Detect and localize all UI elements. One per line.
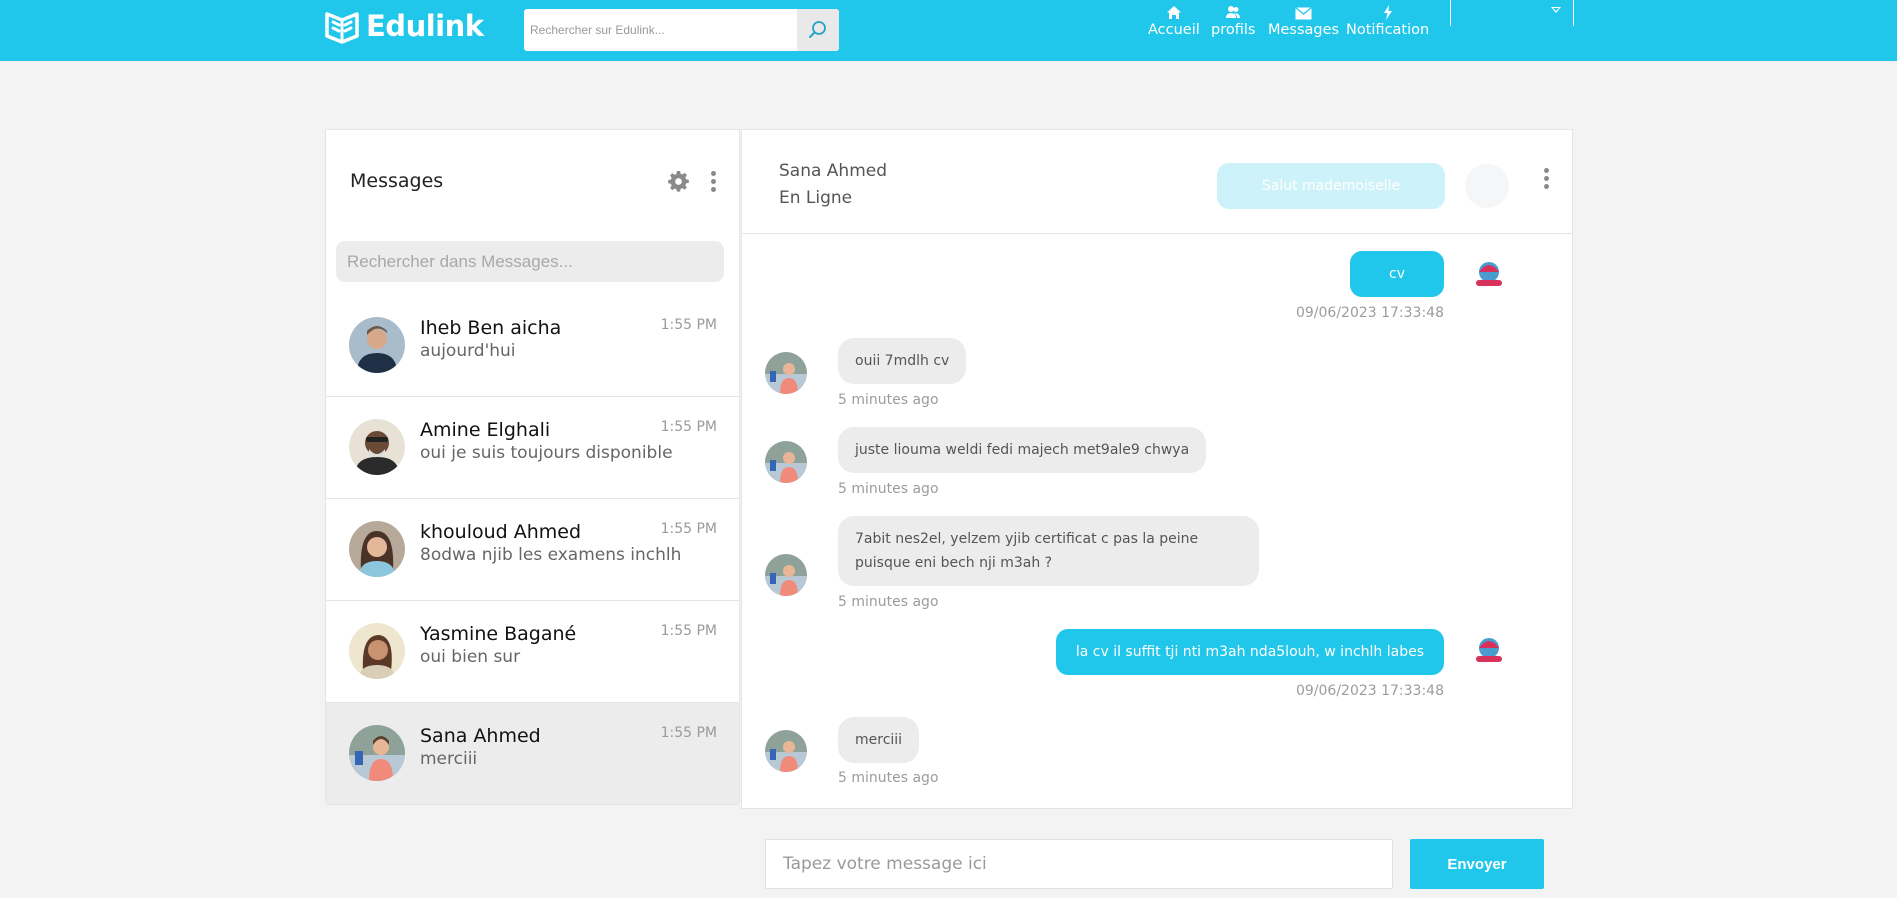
settings-button[interactable] [668, 171, 689, 197]
book-logo-icon [325, 12, 359, 44]
message-bubble-received: juste liouma weldi fedi majech met9ale9 … [838, 427, 1207, 473]
chat-panel: Salut mademoiselle Sana Ahmed En Ligne c… [741, 129, 1573, 809]
conversation-item[interactable]: Yasmine Bagané oui bien sur 1:55 PM [326, 601, 739, 703]
conversations-panel: Messages Iheb Ben aicha aujourd'hui 1:55… [325, 129, 740, 805]
conversation-search-input[interactable] [336, 241, 724, 282]
message-timestamp: 09/06/2023 17:33:48 [1295, 683, 1444, 699]
home-icon [1166, 6, 1181, 19]
message-bubble-received: ouii 7mdlh cv [838, 338, 967, 384]
conversation-time: 1:55 PM [660, 725, 717, 741]
nav-messages-label: Messages [1268, 22, 1340, 38]
brand-logo[interactable]: Edulink [324, 8, 484, 44]
message-bubble-received: 7abit nes2el, yelzem yjib certificat c p… [838, 516, 1259, 586]
global-search-input[interactable] [524, 9, 797, 51]
message-timestamp: 5 minutes ago [838, 770, 939, 786]
avatar [349, 725, 405, 781]
chat-contact-status: En Ligne [779, 188, 853, 208]
conversation-preview: oui je suis toujours disponible [420, 443, 673, 463]
avatar [349, 419, 405, 475]
brand-name: Edulink [366, 9, 484, 43]
nav-accueil-label: Accueil [1148, 22, 1200, 38]
conversation-time: 1:55 PM [660, 419, 717, 435]
gear-icon [668, 171, 689, 192]
conversation-item[interactable]: Amine Elghali oui je suis toujours dispo… [326, 397, 739, 499]
message-input[interactable] [765, 839, 1393, 889]
conversation-name: Iheb Ben aicha [420, 317, 562, 339]
more-options-icon[interactable] [711, 171, 716, 192]
scrolled-message-text: Salut mademoiselle [1261, 178, 1401, 194]
conversation-item[interactable]: khouloud Ahmed 8odwa njib les examens in… [326, 499, 739, 601]
search-icon [809, 21, 826, 38]
message-bubble-sent: cv [1350, 251, 1444, 297]
global-search-button[interactable] [797, 9, 839, 51]
nav-messages[interactable]: Messages [1268, 0, 1339, 38]
contact-avatar [765, 554, 807, 596]
avatar [349, 317, 405, 373]
chat-more-options-icon[interactable] [1544, 168, 1549, 189]
conversation-preview: merciii [420, 749, 478, 769]
nav-accueil[interactable]: Accueil [1148, 0, 1200, 38]
contact-avatar [765, 730, 807, 772]
message-timestamp: 5 minutes ago [838, 481, 939, 497]
conversation-preview: aujourd'hui [420, 341, 516, 361]
nav-profils-label: profils [1211, 22, 1256, 38]
message-timestamp: 5 minutes ago [838, 392, 939, 408]
caret-down-icon [1551, 7, 1561, 13]
envelope-icon [1295, 7, 1312, 20]
conversation-preview: 8odwa njib les examens inchlh [420, 545, 682, 565]
message-bubble-sent: la cv il suffit tji nti m3ah nda5louh, w… [1055, 629, 1444, 675]
my-avatar [1468, 630, 1510, 672]
message-bubble-received: merciii [838, 717, 920, 763]
panel-title: Messages [350, 170, 444, 192]
conversation-name: Sana Ahmed [420, 725, 541, 747]
send-button[interactable]: Envoyer [1410, 839, 1544, 889]
scrolled-avatar [1465, 164, 1509, 208]
nav-notification[interactable]: Notification [1346, 0, 1429, 38]
conversation-time: 1:55 PM [660, 623, 717, 639]
conversation-preview: oui bien sur [420, 647, 521, 667]
conversation-time: 1:55 PM [660, 317, 717, 333]
chat-contact-name: Sana Ahmed [779, 161, 888, 181]
scrolled-message-bubble: Salut mademoiselle [1217, 163, 1445, 209]
contact-avatar [765, 441, 807, 483]
conversation-time: 1:55 PM [660, 521, 717, 537]
nav-notification-label: Notification [1346, 22, 1430, 38]
conversation-name: Yasmine Bagané [420, 623, 577, 645]
conversation-name: Amine Elghali [420, 419, 551, 441]
message-timestamp: 5 minutes ago [838, 594, 939, 610]
conversation-list: Iheb Ben aicha aujourd'hui 1:55 PM Amine… [326, 295, 739, 805]
conversation-name: khouloud Ahmed [420, 521, 582, 543]
chat-header: Salut mademoiselle Sana Ahmed En Ligne [742, 130, 1572, 234]
bolt-icon [1383, 5, 1392, 20]
avatar [349, 521, 405, 577]
message-timestamp: 09/06/2023 17:33:48 [1295, 305, 1444, 321]
contact-avatar [765, 352, 807, 394]
user-menu[interactable] [1450, 0, 1574, 26]
global-search [524, 9, 839, 51]
users-icon [1226, 6, 1241, 18]
top-navbar: Edulink Accueil profils [0, 0, 1897, 61]
conversation-item-active[interactable]: Sana Ahmed merciii 1:55 PM [326, 703, 739, 805]
my-avatar [1468, 254, 1510, 296]
avatar [349, 623, 405, 679]
nav-profils[interactable]: profils [1211, 0, 1255, 38]
conversation-item[interactable]: Iheb Ben aicha aujourd'hui 1:55 PM [326, 295, 739, 397]
